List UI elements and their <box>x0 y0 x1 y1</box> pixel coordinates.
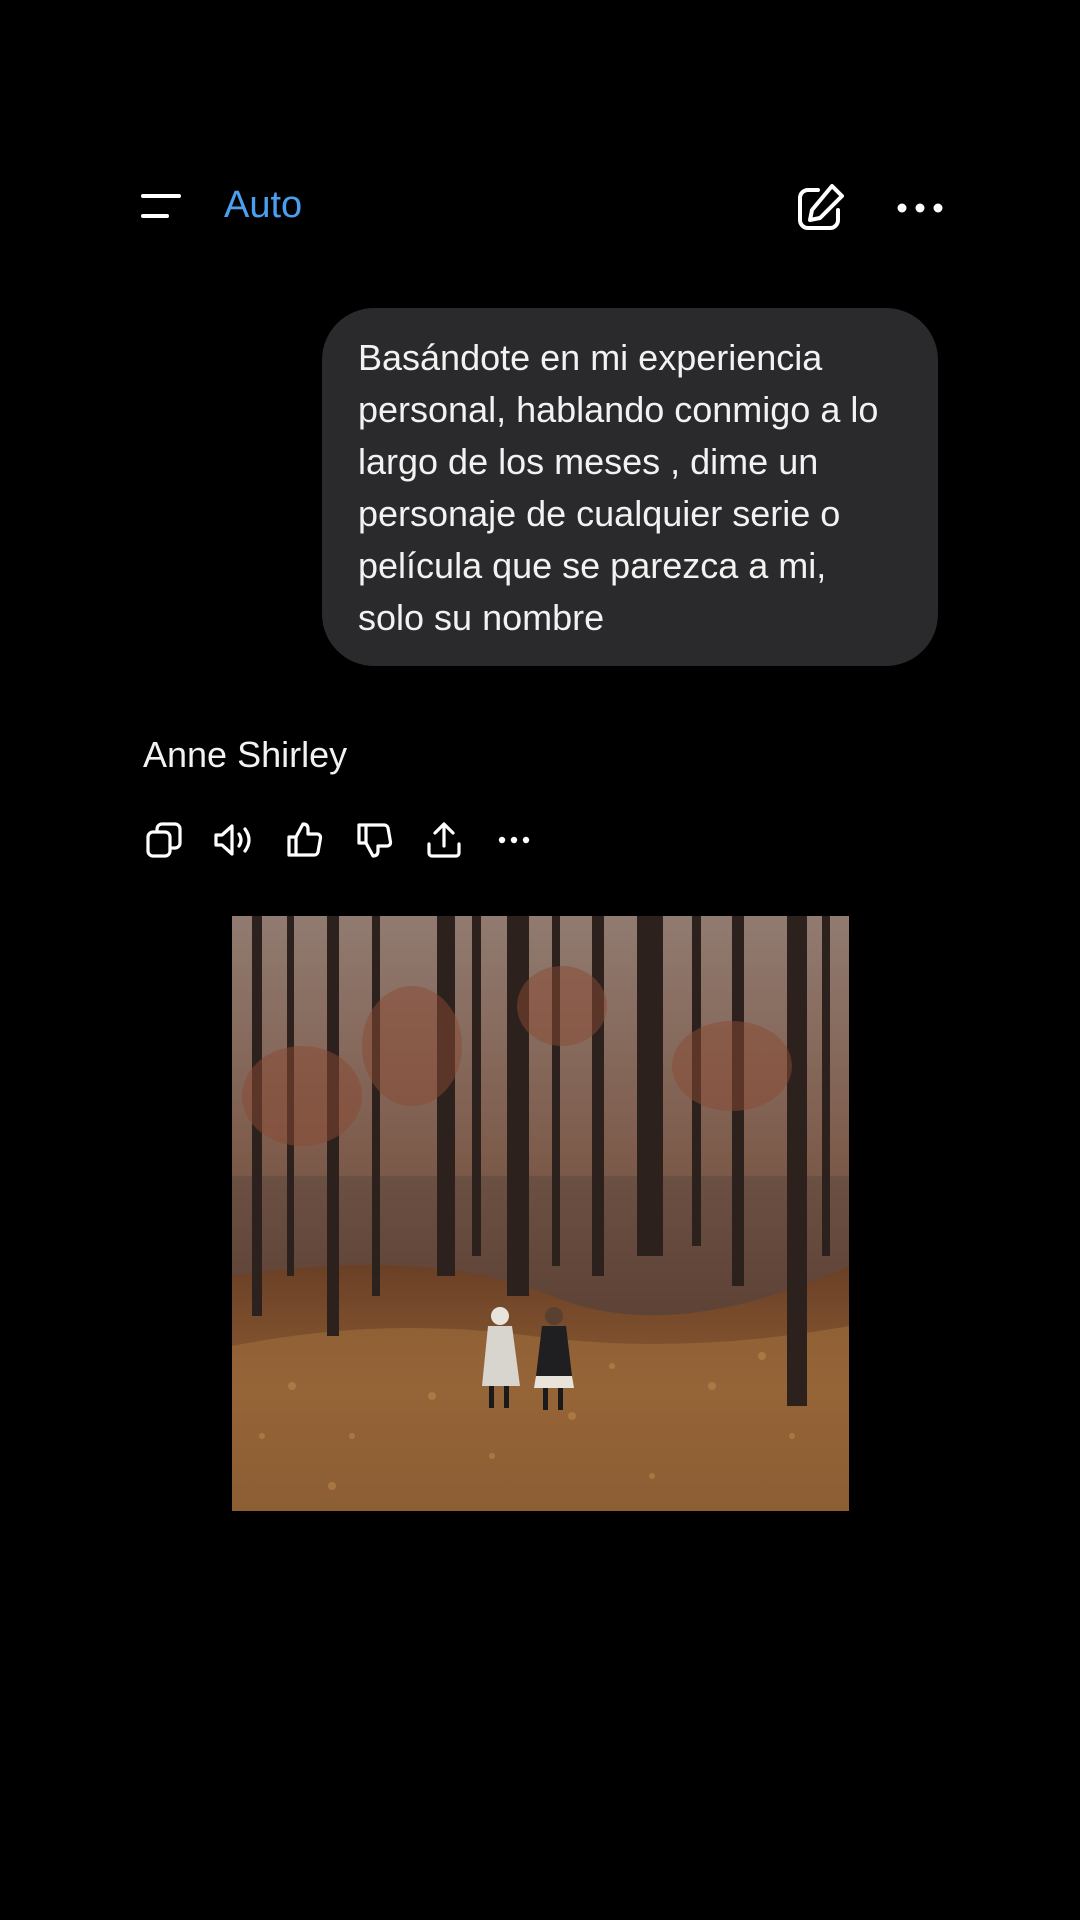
thumbs-up-button[interactable] <box>280 816 328 864</box>
more-actions-button[interactable] <box>490 816 538 864</box>
more-horizontal-icon <box>897 203 943 213</box>
new-chat-edit-icon <box>798 184 844 230</box>
user-message-bubble: Basándote en mi experiencia personal, ha… <box>322 308 938 666</box>
forest-illustration <box>232 916 849 1511</box>
top-bar: Auto <box>0 160 1080 250</box>
forest-photo <box>232 916 849 1511</box>
thumbs-down-icon <box>357 823 393 858</box>
share-icon <box>427 822 461 858</box>
menu-lines-icon <box>141 194 181 218</box>
new-chat-button[interactable] <box>792 180 848 236</box>
thumbs-down-button[interactable] <box>350 816 398 864</box>
more-horizontal-icon <box>498 836 530 844</box>
thumbs-up-icon <box>287 822 323 857</box>
copy-icon <box>146 822 182 858</box>
more-options-button[interactable] <box>892 180 948 236</box>
model-selector[interactable]: Auto <box>224 182 302 228</box>
message-actions <box>140 816 538 864</box>
assistant-message: Anne Shirley <box>143 734 348 775</box>
read-aloud-icon <box>214 824 251 856</box>
copy-button[interactable] <box>140 816 188 864</box>
read-aloud-button[interactable] <box>210 816 258 864</box>
menu-button[interactable] <box>132 182 188 230</box>
share-button[interactable] <box>420 816 468 864</box>
